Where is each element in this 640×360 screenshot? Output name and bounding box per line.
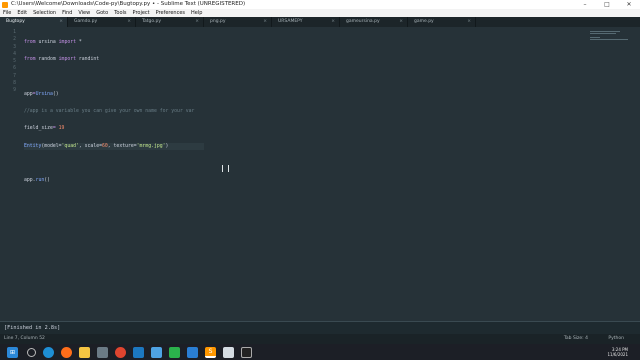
close-tab-icon[interactable]: × — [263, 17, 267, 27]
minimize-icon[interactable]: – — [574, 0, 596, 9]
menu-selection[interactable]: Selection — [30, 9, 59, 17]
start-icon[interactable]: ⊞ — [7, 346, 18, 358]
tile-icon[interactable] — [97, 346, 108, 358]
menu-help[interactable]: Help — [188, 9, 205, 17]
line-number: 2 — [13, 37, 16, 43]
close-tab-icon[interactable]: × — [127, 17, 131, 27]
code-text[interactable]: from ursina import * from random import … — [24, 29, 204, 195]
cloud-icon[interactable] — [151, 346, 162, 358]
code-line-6: field_size= 19 — [24, 126, 65, 132]
line-number: 1 — [13, 30, 16, 35]
folder-icon[interactable] — [79, 346, 90, 358]
menu-view[interactable]: View — [75, 9, 93, 17]
tab-size-indicator[interactable]: Tab Size: 4 — [564, 334, 588, 344]
menu-project[interactable]: Project — [130, 9, 153, 17]
terminal-icon[interactable] — [241, 346, 252, 358]
menu-find[interactable]: Find — [59, 9, 75, 17]
close-tab-icon[interactable]: × — [331, 17, 335, 27]
maximize-icon[interactable]: □ — [596, 0, 618, 9]
tab-game[interactable]: game.py × — [408, 17, 476, 27]
tab-bugtopy[interactable]: Bugtopy × — [0, 17, 68, 27]
sublime-app-icon — [2, 1, 8, 8]
build-output-panel: [Finished in 2.8s] — [0, 321, 640, 334]
green-app-icon[interactable] — [169, 346, 180, 358]
code-line-2: from random import randint — [24, 57, 100, 63]
line-number-gutter: 1 2 3 4 5 6 7 8 9 — [0, 29, 16, 95]
tab-tatgo[interactable]: Tatgo.py × — [136, 17, 204, 27]
line-number: 9 — [13, 88, 16, 94]
image-viewer-icon[interactable] — [223, 346, 234, 358]
clock-date: 11/6/2021 — [607, 352, 628, 357]
code-line-1: from ursina import * — [24, 40, 82, 45]
line-number: 3 — [13, 44, 16, 50]
tab-label: Bugtopy — [6, 19, 25, 24]
line-number: 5 — [13, 59, 16, 65]
tab-label: Tatgo.py — [142, 19, 162, 24]
tab-label: game.py — [414, 19, 434, 24]
tab-label: png.py — [210, 19, 226, 24]
system-tray[interactable]: 3:24 PM 11/6/2021 — [607, 347, 640, 357]
close-tab-icon[interactable]: × — [399, 17, 403, 27]
sublime-icon[interactable]: S — [205, 346, 216, 358]
tab-label: Gamdo.py — [74, 19, 98, 24]
firefox-icon[interactable] — [61, 346, 72, 358]
menu-goto[interactable]: Goto — [93, 9, 111, 17]
build-output-text: [Finished in 2.8s] — [4, 325, 61, 331]
close-tab-icon[interactable]: × — [195, 17, 199, 27]
tab-label: URSAMEPY — [278, 19, 303, 24]
cursor-position: Line 7, Column 52 — [4, 336, 45, 341]
menu-file[interactable]: File — [0, 9, 14, 17]
code-editor[interactable]: 1 2 3 4 5 6 7 8 9 from ursina import * f… — [0, 27, 640, 321]
tab-ursamepy[interactable]: URSAMEPY × — [272, 17, 340, 27]
chrome-icon[interactable] — [115, 346, 126, 358]
code-line-4: app=Ursina() — [24, 91, 59, 97]
close-icon[interactable]: ✕ — [618, 0, 640, 9]
code-line-5: //app is a variable you can give your ow… — [24, 109, 195, 115]
code-line-9: app.run() — [24, 178, 51, 184]
tab-bar: Bugtopy × Gamdo.py × Tatgo.py × png.py ×… — [0, 17, 640, 27]
vscode-icon[interactable] — [133, 346, 144, 358]
search-icon[interactable] — [27, 347, 36, 357]
code-line-7: Entity(model='quad', scale=60, texture='… — [24, 142, 204, 151]
tab-gamdo[interactable]: Gamdo.py × — [68, 17, 136, 27]
close-tab-icon[interactable]: × — [467, 17, 471, 27]
menu-preferences[interactable]: Preferences — [153, 9, 188, 17]
mouse-cursor-icon — [222, 165, 229, 172]
minimap[interactable] — [590, 31, 630, 41]
taskbar: ⊞ S 3:24 PM 11/6/2021 — [0, 344, 640, 360]
edge-icon[interactable] — [43, 346, 54, 358]
status-bar: Line 7, Column 52 Tab Size: 4 Python — [0, 334, 640, 344]
line-number: 4 — [13, 51, 16, 57]
line-number: 8 — [13, 81, 16, 87]
close-tab-icon[interactable]: × — [59, 17, 63, 27]
tab-gameursina[interactable]: gameursina.py × — [340, 17, 408, 27]
line-number: 7 — [13, 73, 16, 79]
tab-label: gameursina.py — [346, 19, 380, 24]
menu-tools[interactable]: Tools — [111, 9, 129, 17]
title-bar: C:\Users\Welcome\Downloads\Code-py\Bugto… — [0, 0, 640, 9]
tab-png[interactable]: png.py × — [204, 17, 272, 27]
arrow-app-icon[interactable] — [187, 346, 198, 358]
menu-edit[interactable]: Edit — [14, 9, 30, 17]
window-title: C:\Users\Welcome\Downloads\Code-py\Bugto… — [11, 1, 246, 7]
line-number: 6 — [13, 66, 16, 72]
syntax-indicator[interactable]: Python — [608, 334, 624, 344]
